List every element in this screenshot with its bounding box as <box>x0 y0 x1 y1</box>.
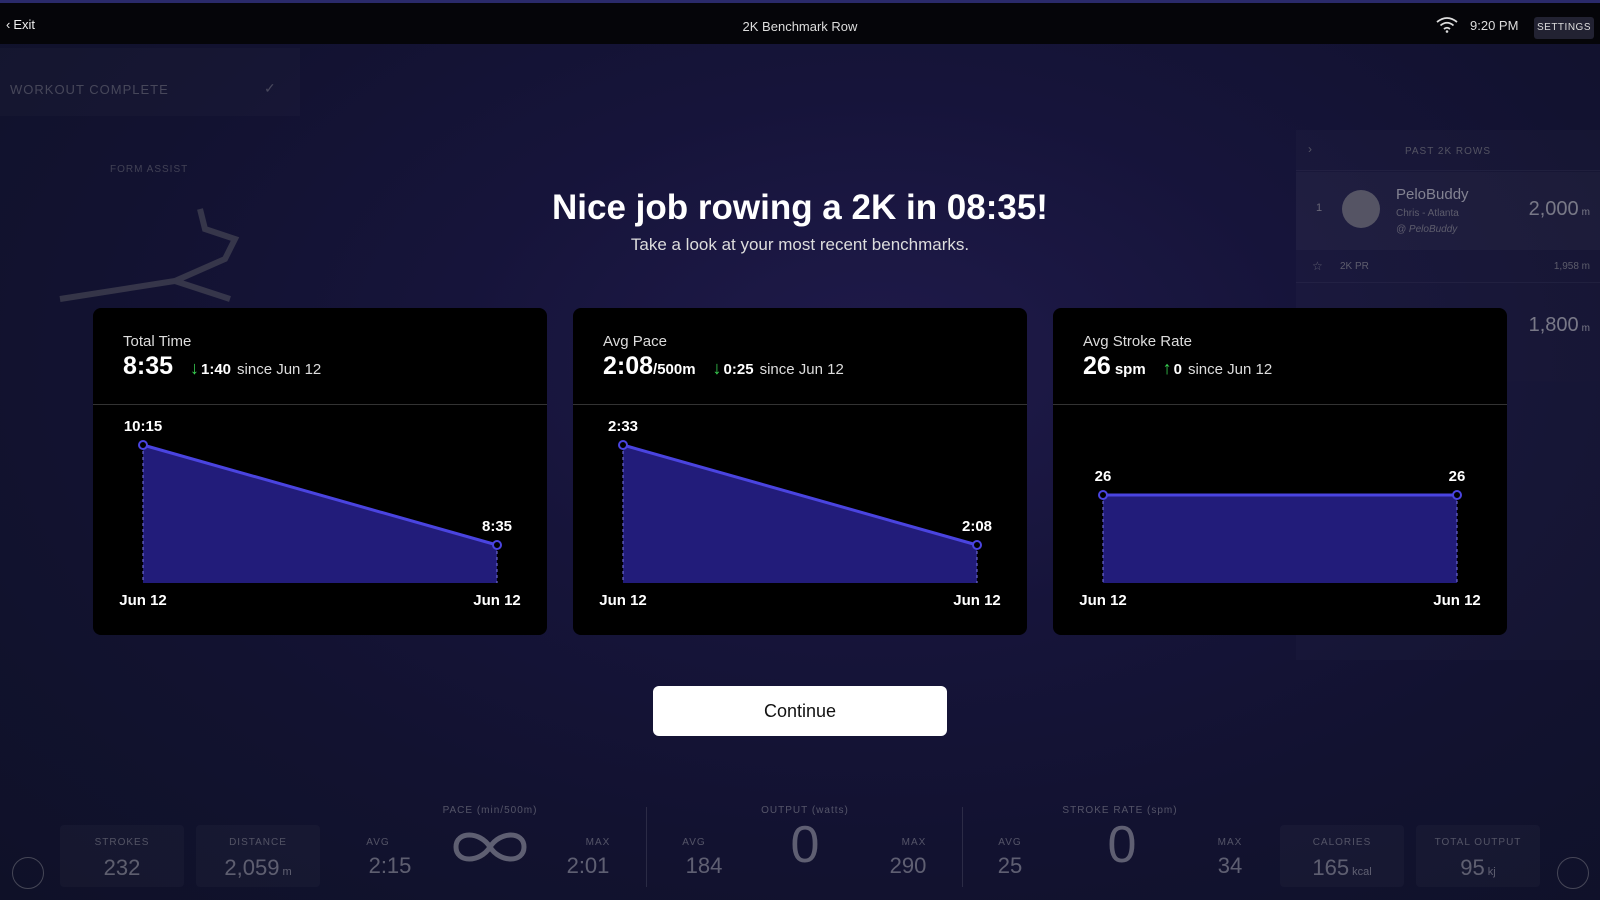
check-icon: ✓ <box>264 80 276 96</box>
subheadline: Take a look at your most recent benchmar… <box>630 235 970 254</box>
pr-value: 1,958 m <box>1553 261 1590 272</box>
menu-icon[interactable] <box>12 857 44 889</box>
pace-avg-value: 2:15 <box>368 853 412 878</box>
chart-point-end <box>1452 490 1462 500</box>
chart-end-date: Jun 12 <box>1433 592 1481 609</box>
chart-start-date: Jun 12 <box>1079 592 1127 609</box>
card-value-unit: spm <box>1114 361 1146 378</box>
benchmark-chart: 10:15 8:35 Jun 12 Jun 12 <box>119 418 521 609</box>
card-since: since Jun 12 <box>759 361 844 378</box>
card-label: Avg Pace <box>603 333 667 350</box>
card-label: Avg Stroke Rate <box>1083 333 1192 350</box>
past-rows-title: PAST 2K ROWS <box>1404 146 1492 157</box>
benchmark-card-avg-pace: Avg Pace 2:08/500m ↓ 0:25 since Jun 12 2:3… <box>573 308 1027 635</box>
chart-point-end <box>492 540 502 550</box>
benchmark-chart: 26 26 Jun 12 Jun 12 <box>1079 468 1481 609</box>
top-bar: ‹ Exit 2K Benchmark Row 9:20 PM SETTINGS <box>0 0 1600 44</box>
form-assist-label: FORM ASSIST <box>110 164 189 175</box>
chevron-down-icon[interactable] <box>1557 857 1589 889</box>
headline: Nice job rowing a 2K in 08:35! <box>552 188 1048 227</box>
star-icon: ☆ <box>1312 259 1323 273</box>
infinity-icon <box>453 832 527 862</box>
divider <box>646 807 647 887</box>
chart-end-label: 26 <box>1449 468 1466 485</box>
workout-title: 2K Benchmark Row <box>742 19 858 34</box>
output-max-label: MAX <box>901 837 927 848</box>
output-current-value: 0 <box>790 816 820 874</box>
benchmark-card-total-time: Total Time 8:35 ↓ 1:40 since Jun 12 10:15 8… <box>93 308 547 635</box>
pace-avg-label: AVG <box>366 837 390 848</box>
chart-area <box>1103 495 1457 583</box>
total-output-tile: TOTAL OUTPUT 95 kj <box>1416 825 1540 887</box>
pace-section-label: PACE (min/500m) <box>442 805 538 816</box>
workout-complete-row: WORKOUT COMPLETE ✓ <box>0 48 300 116</box>
chart-start-label: 26 <box>1095 468 1112 485</box>
arrow-down-icon: ↓ <box>712 358 722 378</box>
chart-end-date: Jun 12 <box>953 592 1001 609</box>
stroke-avg-value: 25 <box>997 853 1023 878</box>
chart-point-start <box>618 440 628 450</box>
output-max-value: 290 <box>889 853 927 878</box>
stroke-current-value: 0 <box>1107 816 1137 874</box>
settings-button[interactable]: SETTINGS <box>1534 17 1594 39</box>
chart-end-date: Jun 12 <box>473 592 521 609</box>
total-output-value: 95 kj <box>1460 855 1496 880</box>
benchmark-card-avg-stroke-rate: Avg Stroke Rate 26 spm ↑ 0 since Jun 12 26 2… <box>1053 308 1507 635</box>
total-output-label: TOTAL OUTPUT <box>1434 837 1522 848</box>
card-delta: 1:40 <box>201 361 232 378</box>
stroke-max-value: 34 <box>1217 853 1243 878</box>
pace-max-value: 2:01 <box>566 853 610 878</box>
card-value: 2:08/500m ↓ 0:25 since Jun 12 <box>603 352 844 381</box>
chart-start-date: Jun 12 <box>119 592 167 609</box>
chart-point-start <box>138 440 148 450</box>
stroke-max-label: MAX <box>1217 837 1243 848</box>
card-value-number: 26 <box>1083 352 1111 380</box>
distance-label: DISTANCE <box>229 837 287 848</box>
wifi-icon <box>1436 17 1458 33</box>
chart-start-date: Jun 12 <box>599 592 647 609</box>
chart-start-label: 10:15 <box>124 418 162 435</box>
metrics-bar: STROKES 232 DISTANCE 2,059 m PACE (min/50… <box>0 795 1600 900</box>
entry2-distance: 1,800 m <box>1528 314 1590 336</box>
calories-tile: CALORIES 165 kcal <box>1280 825 1404 887</box>
clock: 9:20 PM <box>1470 18 1519 33</box>
pr-row: ☆ 2K PR 1,958 m <box>1296 252 1600 283</box>
strokes-tile: STROKES 232 <box>60 825 184 887</box>
card-delta: 0:25 <box>723 361 754 378</box>
card-since: since Jun 12 <box>237 361 322 378</box>
output-avg-label: AVG <box>682 837 706 848</box>
output-avg-value: 184 <box>685 853 723 878</box>
benchmark-chart: 2:33 2:08 Jun 12 Jun 12 <box>599 418 1001 609</box>
divider <box>962 807 963 887</box>
chart-start-label: 2:33 <box>608 418 638 435</box>
card-delta: 0 <box>1173 361 1182 378</box>
chart-end-label: 2:08 <box>962 518 992 535</box>
arrow-up-icon: ↑ <box>1162 358 1172 378</box>
chart-point-end <box>972 540 982 550</box>
distance-tile: DISTANCE 2,059 m <box>196 825 320 887</box>
card-value-unit: /500m <box>653 361 696 378</box>
chart-area <box>143 445 497 583</box>
pace-max-label: MAX <box>585 837 611 848</box>
strokes-label: STROKES <box>94 837 150 848</box>
calories-value: 165 kcal <box>1312 855 1372 880</box>
card-value-number: 8:35 <box>123 352 174 380</box>
card-since: since Jun 12 <box>1187 361 1273 378</box>
distance-value: 2,059 m <box>224 855 292 880</box>
card-value-number: 2:08 <box>603 352 654 380</box>
stroke-avg-label: AVG <box>998 837 1022 848</box>
pr-label: 2K PR <box>1340 261 1369 272</box>
past-rows-header: › PAST 2K ROWS <box>1296 130 1600 171</box>
chart-end-label: 8:35 <box>482 518 512 535</box>
chart-area <box>623 445 977 583</box>
card-value: 26 spm ↑ 0 since Jun 12 <box>1083 352 1272 381</box>
calories-label: CALORIES <box>1312 837 1372 848</box>
strokes-value: 232 <box>103 855 141 880</box>
workout-complete-label: WORKOUT COMPLETE <box>10 82 169 97</box>
card-value: 8:35 ↓ 1:40 since Jun 12 <box>123 352 321 381</box>
arrow-down-icon: ↓ <box>190 358 199 378</box>
card-label: Total Time <box>123 333 192 350</box>
chart-point-start <box>1098 490 1108 500</box>
continue-button[interactable]: Continue <box>653 686 947 736</box>
